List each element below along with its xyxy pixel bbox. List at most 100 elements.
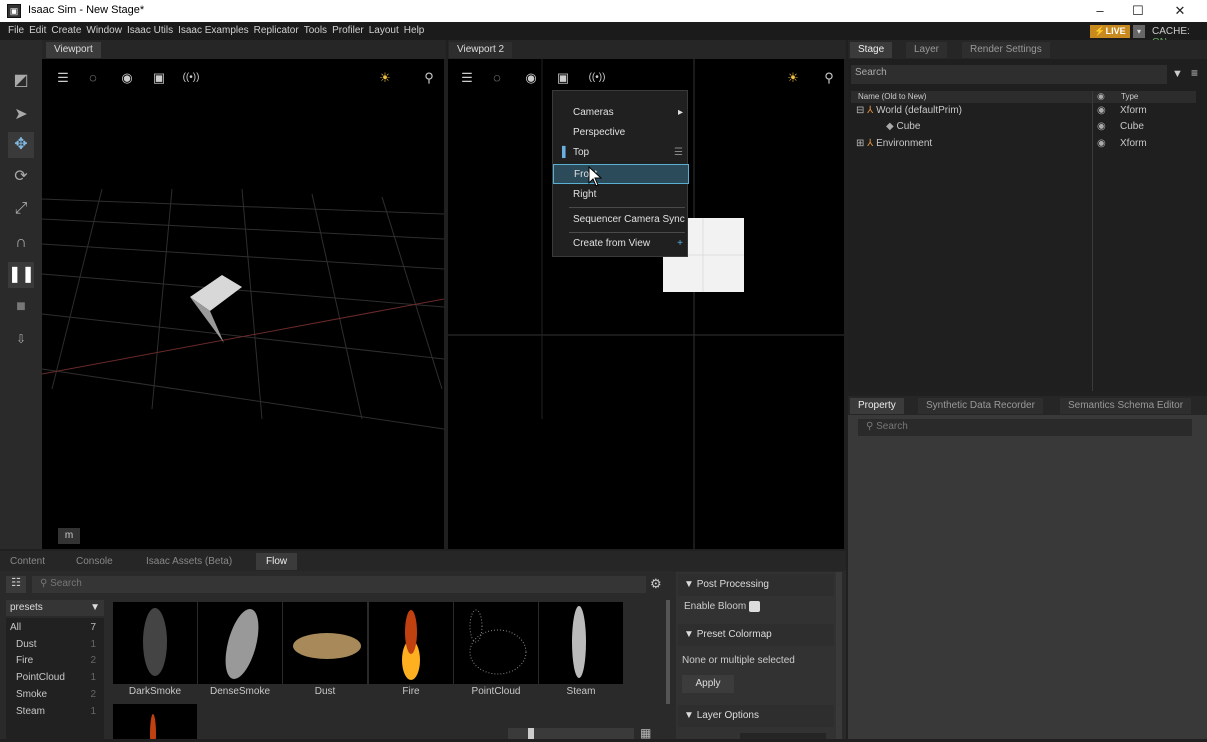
pin-icon[interactable]: ⚲ bbox=[818, 67, 840, 89]
tab-synthetic-data-recorder[interactable]: Synthetic Data Recorder bbox=[918, 398, 1043, 414]
preset-dropdown[interactable]: presets ▼ bbox=[6, 600, 104, 616]
light-icon[interactable]: ◌ bbox=[82, 67, 104, 89]
preset-item-all[interactable]: All 7 bbox=[10, 622, 100, 637]
eye-icon[interactable]: ◉ bbox=[116, 67, 138, 89]
tab-isaac-assets[interactable]: Isaac Assets (Beta) bbox=[136, 553, 242, 570]
tree-row-environment[interactable]: ⊞ ⅄ Environment ◉ Xform bbox=[856, 136, 1196, 152]
preset-item-steam[interactable]: Steam 1 bbox=[10, 706, 100, 721]
post-processing-scrollbar[interactable] bbox=[836, 572, 842, 739]
eye-icon[interactable]: ◉ bbox=[1097, 119, 1106, 135]
preset-item-fire[interactable]: Fire 2 bbox=[10, 655, 100, 670]
settings-icon[interactable]: ☰ bbox=[456, 67, 478, 89]
settings-icon[interactable]: ☰ bbox=[674, 143, 683, 163]
thumb-dust[interactable] bbox=[283, 602, 367, 684]
maximize-button[interactable]: ☐ bbox=[1123, 2, 1153, 20]
enable-bloom-checkbox[interactable] bbox=[749, 601, 760, 612]
sun-icon[interactable]: ☀ bbox=[374, 67, 396, 89]
rotate-icon[interactable]: ⟳ bbox=[8, 164, 34, 190]
tree-row-cube[interactable]: ◆ Cube ◉ Cube bbox=[856, 119, 1196, 135]
tab-layer[interactable]: Layer bbox=[906, 42, 948, 58]
menu-replicator[interactable]: Replicator bbox=[254, 25, 299, 36]
tab-viewport-2[interactable]: Viewport 2 bbox=[449, 42, 513, 58]
pause-icon[interactable]: ❚❚ bbox=[8, 262, 35, 288]
menu-create[interactable]: Create bbox=[51, 25, 81, 36]
layer-option-field[interactable] bbox=[740, 733, 826, 739]
stage-search-input[interactable]: Search bbox=[851, 65, 1167, 84]
menu-item-cameras[interactable]: Cameras ▸ bbox=[553, 103, 689, 123]
flow-menu-icon[interactable]: ☷ bbox=[6, 576, 26, 593]
menu-item-create-from-view[interactable]: Create from View + bbox=[553, 234, 689, 254]
menu-item-front[interactable]: Front bbox=[553, 164, 689, 184]
property-search-input[interactable]: ⚲ Search bbox=[858, 419, 1192, 436]
menu-file[interactable]: File bbox=[8, 25, 24, 36]
menu-window[interactable]: Window bbox=[86, 25, 122, 36]
settings-icon[interactable]: ☰ bbox=[52, 67, 74, 89]
scale-icon[interactable]: ⤢ bbox=[8, 196, 34, 222]
preset-item-pointcloud[interactable]: PointCloud 1 bbox=[10, 672, 100, 687]
tab-flow[interactable]: Flow bbox=[256, 553, 298, 570]
menu-profiler[interactable]: Profiler bbox=[332, 25, 364, 36]
broadcast-icon[interactable]: ((•)) bbox=[180, 67, 202, 89]
eye-icon[interactable]: ◉ bbox=[1097, 103, 1106, 119]
move-icon[interactable]: ✥ bbox=[8, 132, 34, 158]
stop-icon[interactable]: ■ bbox=[8, 294, 34, 320]
tab-stage[interactable]: Stage bbox=[850, 42, 893, 58]
sun-icon[interactable]: ☀ bbox=[782, 67, 804, 89]
viewport-1[interactable]: ☰ ◌ ◉ ▣ ((•)) ☀ ⚲ m bbox=[42, 59, 444, 549]
tab-render-settings[interactable]: Render Settings bbox=[962, 42, 1050, 58]
menu-help[interactable]: Help bbox=[404, 25, 425, 36]
tab-viewport[interactable]: Viewport bbox=[46, 42, 101, 58]
list-menu-icon[interactable]: ≡ bbox=[1191, 66, 1198, 80]
column-type-header[interactable]: Type bbox=[1121, 92, 1138, 101]
camera-icon[interactable]: ▣ bbox=[552, 67, 574, 89]
menu-edit[interactable]: Edit bbox=[29, 25, 46, 36]
menu-isaac-utils[interactable]: Isaac Utils bbox=[127, 25, 173, 36]
thumb-densesmoke[interactable] bbox=[198, 602, 282, 684]
menu-layout[interactable]: Layout bbox=[369, 25, 399, 36]
post-processing-header[interactable]: ▼ Post Processing bbox=[678, 574, 834, 596]
live-button[interactable]: ⚡LIVE bbox=[1090, 25, 1130, 38]
tab-content[interactable]: Content bbox=[0, 553, 55, 570]
tab-property[interactable]: Property bbox=[850, 398, 904, 414]
live-dropdown-icon[interactable]: ▾ bbox=[1133, 25, 1145, 38]
gear-icon[interactable]: ⚙ bbox=[650, 576, 662, 592]
menu-item-sequencer-camera-sync[interactable]: Sequencer Camera Sync bbox=[553, 210, 689, 230]
close-button[interactable]: ✕ bbox=[1165, 2, 1195, 20]
column-name-header[interactable]: Name (Old to New) bbox=[858, 92, 926, 101]
pointer-icon[interactable]: ➤ bbox=[8, 102, 34, 128]
snap-icon[interactable]: ∩ bbox=[8, 230, 34, 256]
tree-row-world[interactable]: ⊟ ⅄ World (defaultPrim) ◉ Xform bbox=[856, 103, 1196, 119]
menu-isaac-examples[interactable]: Isaac Examples bbox=[178, 25, 249, 36]
select-mode-icon[interactable]: ◩ bbox=[8, 68, 34, 94]
tab-semantics-schema-editor[interactable]: Semantics Schema Editor bbox=[1060, 398, 1192, 414]
grid-view-icon[interactable]: ▦ bbox=[640, 726, 651, 740]
collapse-icon[interactable]: ⊟ bbox=[856, 105, 864, 116]
light-icon[interactable]: ◌ bbox=[486, 67, 508, 89]
robot-icon[interactable]: ⇩ bbox=[8, 326, 34, 352]
thumb-fire[interactable] bbox=[369, 602, 453, 684]
tab-console[interactable]: Console bbox=[66, 553, 123, 570]
preset-item-dust[interactable]: Dust 1 bbox=[10, 639, 100, 654]
thumb-extra[interactable] bbox=[113, 704, 197, 742]
expand-icon[interactable]: ⊞ bbox=[856, 138, 864, 149]
flow-search-input[interactable]: ⚲ Search bbox=[32, 576, 646, 593]
menu-tools[interactable]: Tools bbox=[304, 25, 327, 36]
minimize-button[interactable]: – bbox=[1085, 2, 1115, 20]
preset-colormap-header[interactable]: ▼ Preset Colormap bbox=[678, 624, 834, 646]
filter-icon[interactable]: ▼ bbox=[1172, 68, 1183, 80]
viewport-badge[interactable]: m bbox=[58, 528, 80, 544]
eye-icon[interactable]: ◉ bbox=[520, 67, 542, 89]
thumb-scrollbar[interactable] bbox=[666, 600, 670, 704]
menu-item-right[interactable]: Right bbox=[553, 185, 689, 205]
slider-handle[interactable] bbox=[528, 728, 534, 739]
menu-item-perspective[interactable]: Perspective bbox=[553, 123, 689, 143]
pin-icon[interactable]: ⚲ bbox=[418, 67, 440, 89]
thumb-size-slider[interactable] bbox=[508, 728, 634, 739]
menu-item-top[interactable]: ▌ Top ☰ bbox=[553, 143, 689, 163]
broadcast-icon[interactable]: ((•)) bbox=[586, 67, 608, 89]
camera-icon[interactable]: ▣ bbox=[148, 67, 170, 89]
thumb-steam[interactable] bbox=[539, 602, 623, 684]
eye-icon[interactable]: ◉ bbox=[1097, 136, 1106, 152]
preset-item-smoke[interactable]: Smoke 2 bbox=[10, 689, 100, 704]
thumb-darksmoke[interactable] bbox=[113, 602, 197, 684]
